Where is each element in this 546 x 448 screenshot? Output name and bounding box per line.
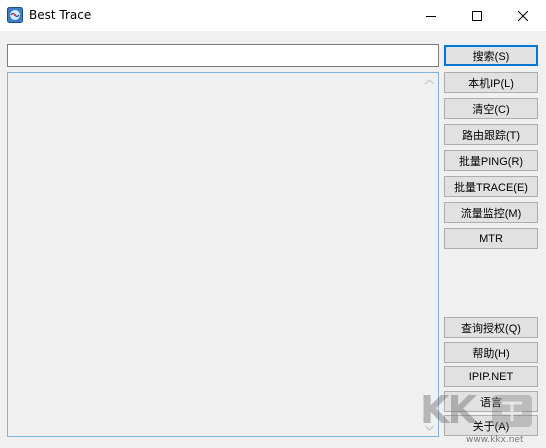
help-button[interactable]: 帮助(H) — [444, 342, 538, 363]
scroll-down-arrow-icon[interactable] — [421, 419, 438, 436]
clear-button[interactable]: 清空(C) — [444, 98, 538, 119]
mtr-button[interactable]: MTR — [444, 228, 538, 249]
maximize-icon — [472, 10, 482, 21]
scroll-up-arrow-icon[interactable] — [421, 73, 438, 90]
search-input[interactable] — [7, 44, 439, 67]
minimize-icon — [426, 15, 436, 17]
window-title: Best Trace — [29, 8, 92, 22]
maximize-button[interactable] — [454, 0, 500, 31]
search-button[interactable]: 搜索(S) — [444, 45, 538, 66]
traffic-monitor-button[interactable]: 流量监控(M) — [444, 202, 538, 223]
local-ip-button[interactable]: 本机IP(L) — [444, 72, 538, 93]
title-bar[interactable]: Best Trace — [0, 0, 546, 31]
about-button[interactable]: 关于(A) — [444, 415, 538, 436]
app-icon[interactable] — [7, 7, 23, 23]
watermark-url: www.kkx.net — [466, 435, 524, 445]
close-button[interactable] — [500, 0, 546, 31]
trace-result-area[interactable] — [7, 72, 439, 437]
route-trace-button[interactable]: 路由跟踪(T) — [444, 124, 538, 145]
batch-trace-button[interactable]: 批量TRACE(E) — [444, 176, 538, 197]
ipip-net-button[interactable]: IPIP.NET — [444, 366, 538, 387]
language-button[interactable]: 语言 — [444, 391, 538, 412]
batch-ping-button[interactable]: 批量PING(R) — [444, 150, 538, 171]
minimize-button[interactable] — [408, 0, 454, 31]
query-license-button[interactable]: 查询授权(Q) — [444, 317, 538, 338]
best-trace-window: Best Trace 搜索(S) 本机IP(L) 清空(C) 路由跟踪(T) 批… — [0, 0, 546, 448]
vertical-scrollbar[interactable] — [421, 73, 438, 436]
close-icon — [518, 10, 528, 21]
